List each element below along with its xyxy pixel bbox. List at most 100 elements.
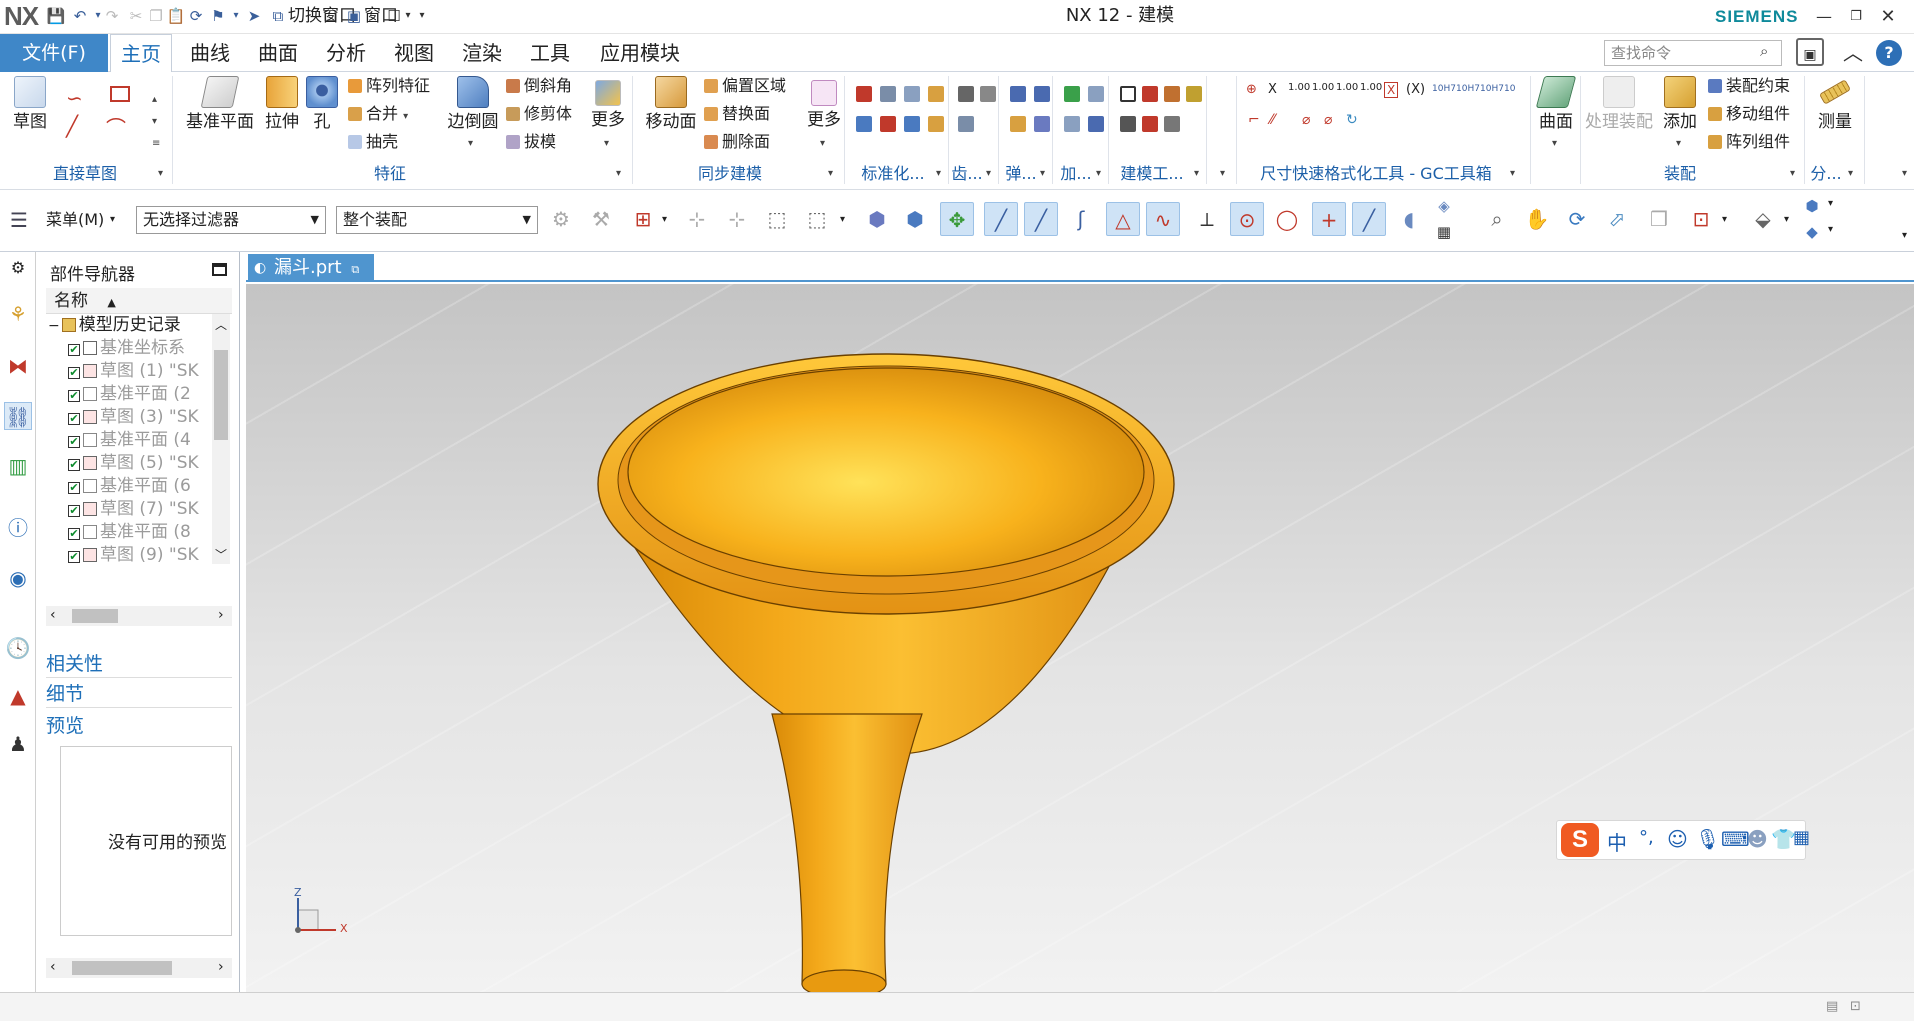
tree-row[interactable]: ✔ 基准平面 (4	[46, 429, 222, 452]
snap-point-on-face-icon[interactable]: ◖	[1392, 202, 1426, 236]
repeat-command-icon[interactable]: ⟳	[186, 6, 206, 26]
group-spring-dropdown[interactable]: ▾	[1040, 168, 1045, 179]
render-dropdown-icon[interactable]: ▾	[1784, 214, 1789, 225]
full-screen-icon[interactable]: ▣	[1796, 38, 1824, 66]
select-dropdown-icon[interactable]: ▾	[840, 214, 845, 225]
tree-row[interactable]: ✔ 基准平面 (6	[46, 475, 222, 498]
surface-button[interactable]: 曲面	[1534, 76, 1578, 132]
tab-analysis[interactable]: 分析	[316, 34, 376, 72]
perspective-icon[interactable]: ⬀	[1600, 202, 1634, 236]
visibility-checkbox[interactable]: ✔	[68, 367, 80, 379]
snap-arc-center-icon[interactable]: ⊙	[1230, 202, 1264, 236]
toolbar-options-icon[interactable]: ▾	[1902, 230, 1907, 241]
select-body-icon[interactable]: ⬢	[860, 202, 894, 236]
qat-customize-icon[interactable]: ▾	[412, 6, 432, 26]
group-modeling-tools-dropdown[interactable]: ▾	[1194, 168, 1199, 179]
tab-surface[interactable]: 曲面	[248, 34, 308, 72]
sync-more-button[interactable]: 更多	[802, 76, 846, 130]
tree-row[interactable]: ✔ 草图 (1) "SK	[46, 360, 222, 383]
edge-blend-button[interactable]: 边倒圆	[444, 76, 502, 132]
tree-row[interactable]: ✔ 草图 (7) "SK	[46, 498, 222, 521]
sketch-gallery-down-icon[interactable]: ▾	[152, 116, 157, 127]
visibility-checkbox[interactable]: ✔	[68, 390, 80, 402]
assembly-navigator-icon[interactable]: ⚘	[4, 300, 32, 328]
funnel-model[interactable]	[246, 284, 1914, 992]
snap-quadrant-icon[interactable]: ◯	[1270, 202, 1304, 236]
group-gc-dropdown[interactable]: ▾	[1510, 168, 1515, 179]
pattern-feature-button[interactable]: 阵列特征	[348, 74, 430, 98]
touch-mode-icon[interactable]: ⚑	[208, 6, 228, 26]
feature-more-dropdown[interactable]: ▾	[604, 138, 609, 149]
name-column-header[interactable]: 名称 ▲	[46, 288, 232, 314]
assembly-constraint-button[interactable]: 装配约束	[1708, 74, 1790, 98]
tree-vertical-scrollbar[interactable]: ︿ ﹀	[212, 314, 230, 564]
tab-tools[interactable]: 工具	[520, 34, 580, 72]
box-select-icon[interactable]: ⬚	[760, 202, 794, 236]
unite-button[interactable]: 合并 ▾	[348, 102, 408, 129]
part-navigator-icon[interactable]: ⛓	[4, 402, 32, 430]
save-icon[interactable]: 💾	[46, 6, 66, 26]
offset-region-button[interactable]: 偏置区域	[704, 74, 786, 98]
sogou-logo-icon[interactable]: S	[1561, 823, 1599, 857]
snap-on-curve-icon[interactable]: ∿	[1146, 202, 1180, 236]
menu-dropdown-icon[interactable]: ▾	[110, 208, 115, 232]
machining-tools-icons[interactable]	[1062, 72, 1114, 162]
general-select-icon[interactable]: ⚙	[544, 202, 578, 236]
group-gear-dropdown[interactable]: ▾	[986, 168, 991, 179]
preview-panel[interactable]: 预览	[46, 712, 232, 740]
scroll-left-icon[interactable]: ‹	[50, 607, 56, 623]
filter-icon[interactable]: ⊞	[626, 202, 660, 236]
info-icon[interactable]: ⓘ	[4, 514, 32, 542]
cut-icon[interactable]: ✂	[126, 6, 146, 26]
visibility-checkbox[interactable]: ✔	[68, 344, 80, 356]
snap-bounded-grid-icon[interactable]: ◈	[1432, 194, 1456, 218]
touch-dropdown-icon[interactable]: ▾	[226, 6, 246, 26]
group-analysis-dropdown[interactable]: ▾	[1848, 168, 1853, 179]
details-panel[interactable]: 细节	[46, 680, 232, 708]
tree-row[interactable]: ✔ 基准平面 (8	[46, 521, 222, 544]
tree-row[interactable]: ✔ 基准坐标系	[46, 337, 222, 360]
process-assembly-button[interactable]: 处理装配	[1584, 76, 1654, 132]
selection-scope-select[interactable]: 整个装配 ▼	[336, 206, 538, 234]
filter-dropdown-icon[interactable]: ▾	[662, 214, 667, 225]
roles-icon[interactable]: ♟	[4, 730, 32, 758]
user-icon[interactable]: ☻	[1747, 827, 1768, 851]
maximize-icon[interactable]	[212, 263, 227, 276]
toolbox-icon[interactable]: ▦	[1793, 827, 1810, 848]
tree-row[interactable]: ✔ 草图 (9) "SK	[46, 544, 222, 564]
feature-select-icon[interactable]: ⚒	[584, 202, 618, 236]
tab-file[interactable]: 文件(F)	[0, 34, 108, 72]
render-style-icon[interactable]: ⬙	[1746, 202, 1780, 236]
rectangle-icon[interactable]	[110, 86, 130, 102]
replace-face-button[interactable]: 替换面	[704, 102, 770, 126]
arc-icon[interactable]: ⌒	[106, 112, 126, 141]
command-search-input[interactable]: 查找命令	[1604, 40, 1782, 66]
selection-icon[interactable]: ➤	[244, 6, 264, 26]
snap-perpendicular-icon[interactable]: ⟂	[1190, 202, 1224, 236]
pan-icon[interactable]: ✋	[1520, 202, 1554, 236]
spring-tools-icons[interactable]	[1008, 72, 1058, 162]
extrude-button[interactable]: 拉伸	[262, 76, 302, 132]
modeling-tools-icons[interactable]	[1118, 72, 1208, 162]
paste-icon[interactable]: 📋	[166, 6, 186, 26]
close-icon[interactable]: ✕	[1876, 6, 1900, 28]
grid-icon[interactable]: ▦	[1432, 220, 1456, 244]
delete-face-button[interactable]: 删除面	[704, 130, 770, 154]
orient-view-icon[interactable]: ❒	[1642, 202, 1676, 236]
search-icon[interactable]: ⌕	[1760, 42, 1768, 60]
trim-body-button[interactable]: 修剪体	[506, 102, 572, 126]
add-component-dropdown[interactable]: ▾	[1676, 138, 1681, 149]
chamfer-button[interactable]: 倒斜角	[506, 74, 572, 98]
dependencies-panel[interactable]: 相关性	[46, 650, 232, 678]
menu-button[interactable]: 菜单(M)	[46, 208, 104, 232]
move-component-button[interactable]: 移动组件	[1708, 102, 1790, 126]
group-standard-dropdown[interactable]: ▾	[936, 168, 941, 179]
collapse-ribbon-icon[interactable]: ︿	[1838, 38, 1868, 68]
visibility-checkbox[interactable]: ✔	[68, 413, 80, 425]
snap-midpoint-icon[interactable]: ╱	[1024, 202, 1058, 236]
visibility-checkbox[interactable]: ✔	[68, 459, 80, 471]
work-layer-icon[interactable]: ⬢	[1800, 194, 1824, 218]
resource-settings-icon[interactable]: ⚙	[4, 254, 32, 282]
graphics-viewport[interactable]: Z X	[246, 284, 1914, 992]
scroll-up-icon[interactable]: ︿	[215, 316, 227, 333]
